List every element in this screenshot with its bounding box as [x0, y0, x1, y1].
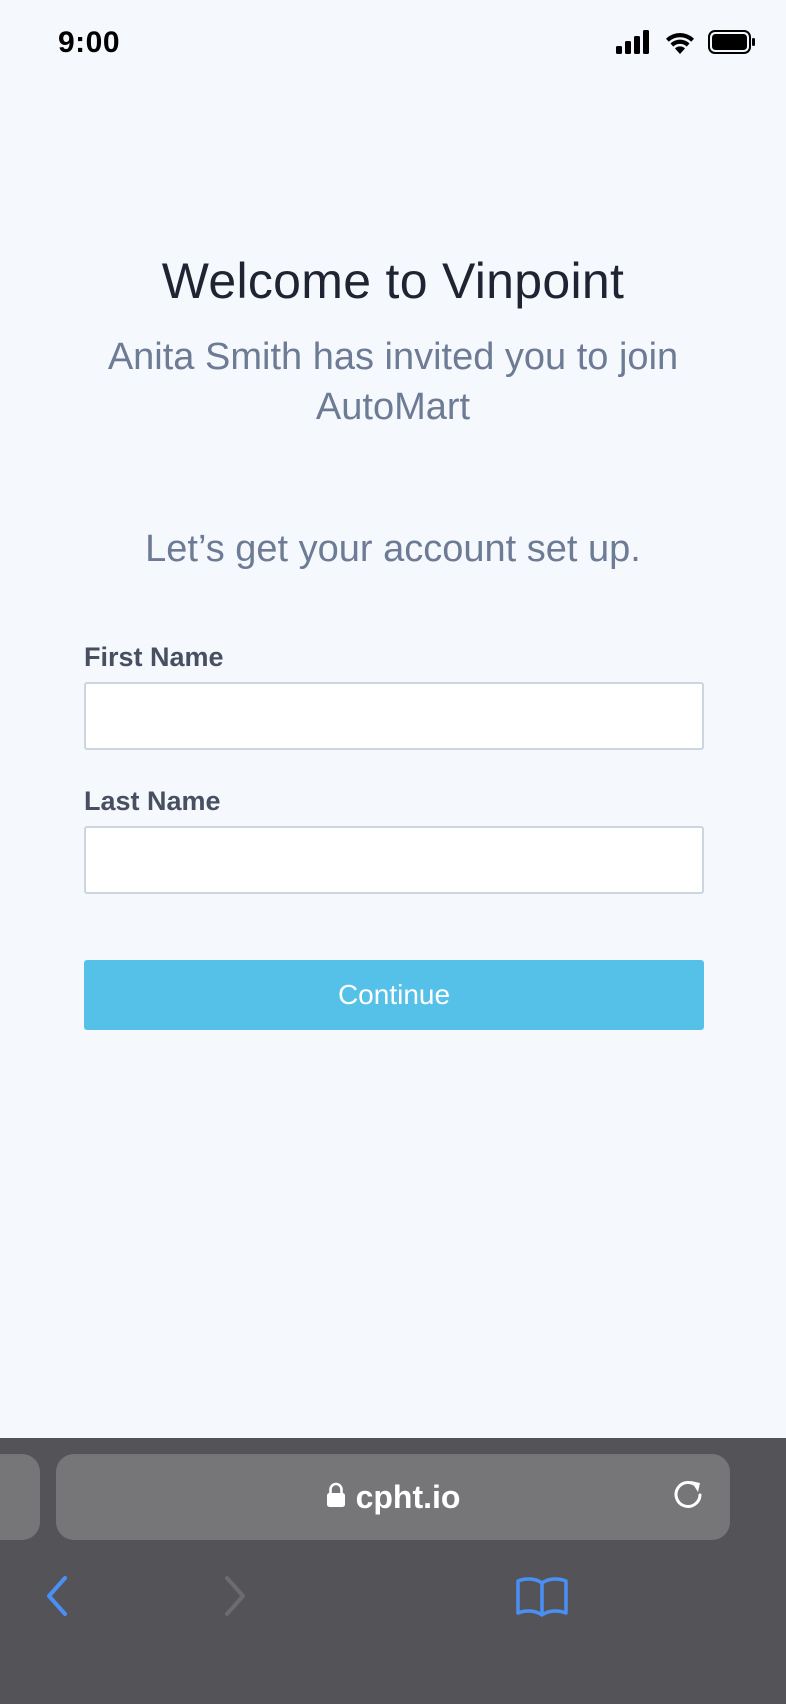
previous-tab-preview[interactable] [0, 1454, 40, 1540]
cellular-signal-icon [616, 30, 652, 59]
status-icons [616, 30, 756, 59]
wifi-icon [664, 30, 696, 59]
last-name-label: Last Name [84, 786, 221, 816]
forward-icon [219, 1574, 249, 1623]
address-center: cpht.io [56, 1454, 730, 1540]
first-name-input[interactable] [84, 682, 704, 750]
bookmarks-button[interactable] [514, 1570, 570, 1626]
back-button[interactable] [30, 1570, 86, 1626]
setup-heading: Let’s get your account set up. [145, 528, 641, 570]
reload-button[interactable] [666, 1475, 710, 1519]
reload-icon [670, 1477, 706, 1518]
first-name-label: First Name [84, 642, 224, 672]
url-text: cpht.io [355, 1478, 461, 1515]
last-name-input[interactable] [84, 826, 704, 894]
continue-button[interactable]: Continue [84, 960, 704, 1030]
status-time: 9:00 [58, 26, 121, 59]
status-bar: 9:00 [0, 0, 786, 92]
forward-button[interactable] [206, 1570, 262, 1626]
lock-icon [326, 1482, 346, 1513]
battery-icon [708, 30, 756, 59]
main-content: Welcome to Vinpoint Anita Smith has invi… [0, 92, 786, 1438]
invite-message: Anita Smith has invited you to join Auto… [107, 336, 679, 428]
browser-toolbar: cpht.io [0, 1438, 786, 1704]
page-title: Welcome to Vinpoint [161, 253, 625, 309]
back-icon [43, 1574, 73, 1623]
bookmarks-icon [515, 1574, 569, 1623]
address-bar[interactable]: cpht.io [56, 1454, 730, 1540]
